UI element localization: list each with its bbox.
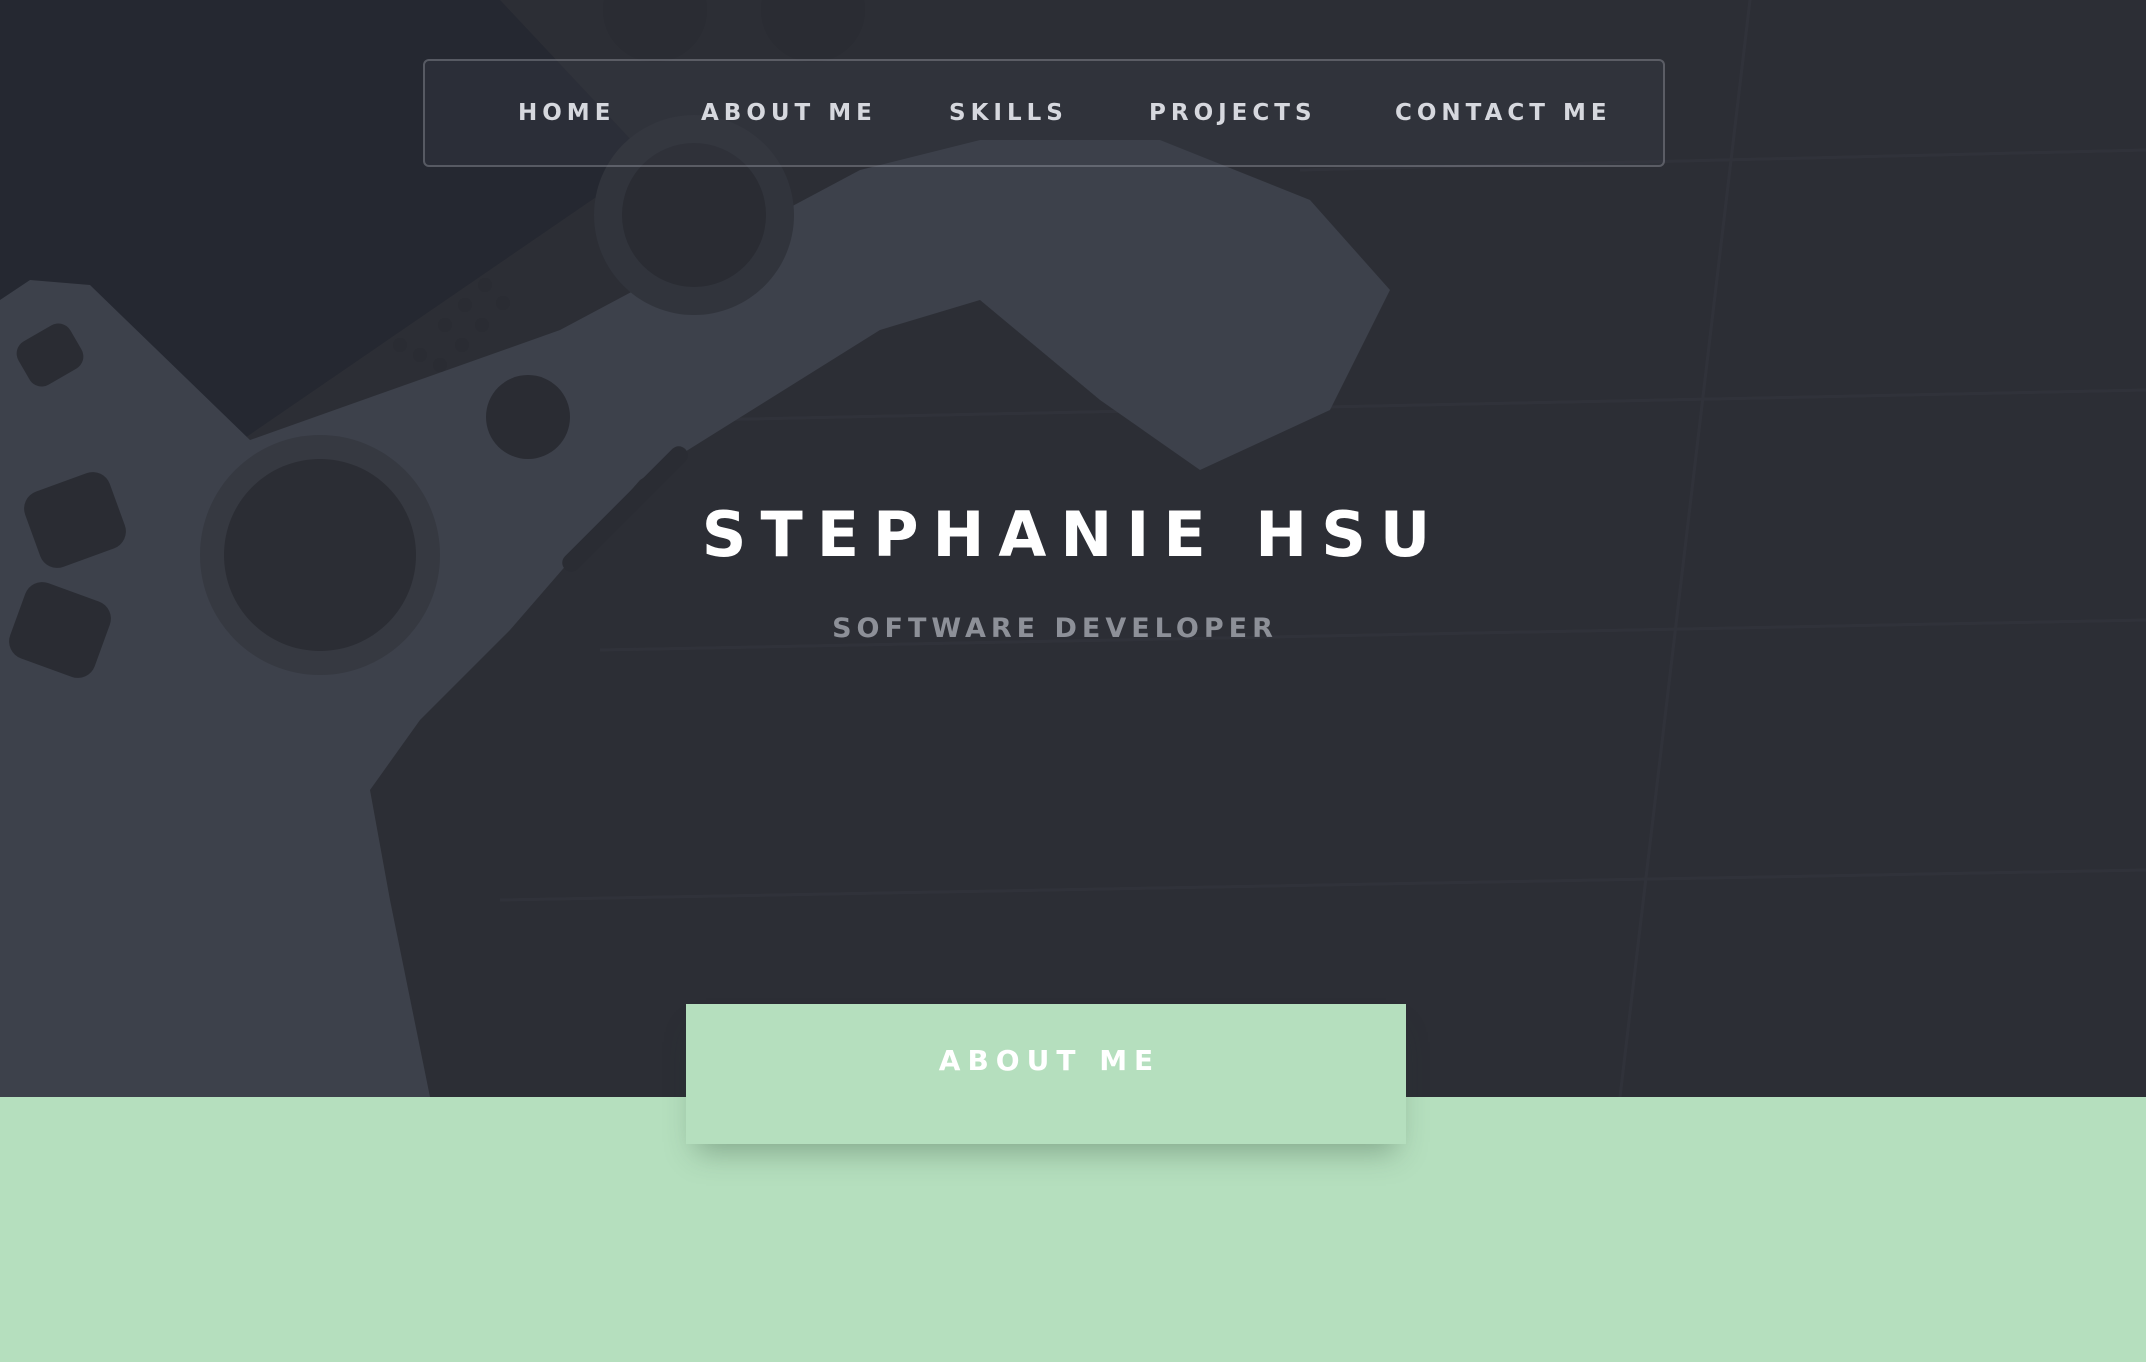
nav-link-home[interactable]: HOME (518, 61, 615, 165)
nav-link-projects[interactable]: PROJECTS (1149, 61, 1317, 165)
hero-name-title: STEPHANIE HSU (701, 498, 1445, 571)
about-me-heading: ABOUT ME (938, 1044, 1161, 1077)
portfolio-page: HOME ABOUT ME SKILLS PROJECTS CONTACT ME… (0, 0, 2146, 1362)
nav-link-skills[interactable]: SKILLS (949, 61, 1068, 165)
nav-link-about-me[interactable]: ABOUT ME (701, 61, 877, 165)
about-me-tab: ABOUT ME (686, 1004, 1406, 1144)
main-navigation: HOME ABOUT ME SKILLS PROJECTS CONTACT ME (423, 59, 1665, 167)
nav-link-contact-me[interactable]: CONTACT ME (1395, 61, 1612, 165)
hero-role-subtitle: SOFTWARE DEVELOPER (832, 613, 1278, 644)
hero-section: HOME ABOUT ME SKILLS PROJECTS CONTACT ME… (0, 0, 2146, 1097)
